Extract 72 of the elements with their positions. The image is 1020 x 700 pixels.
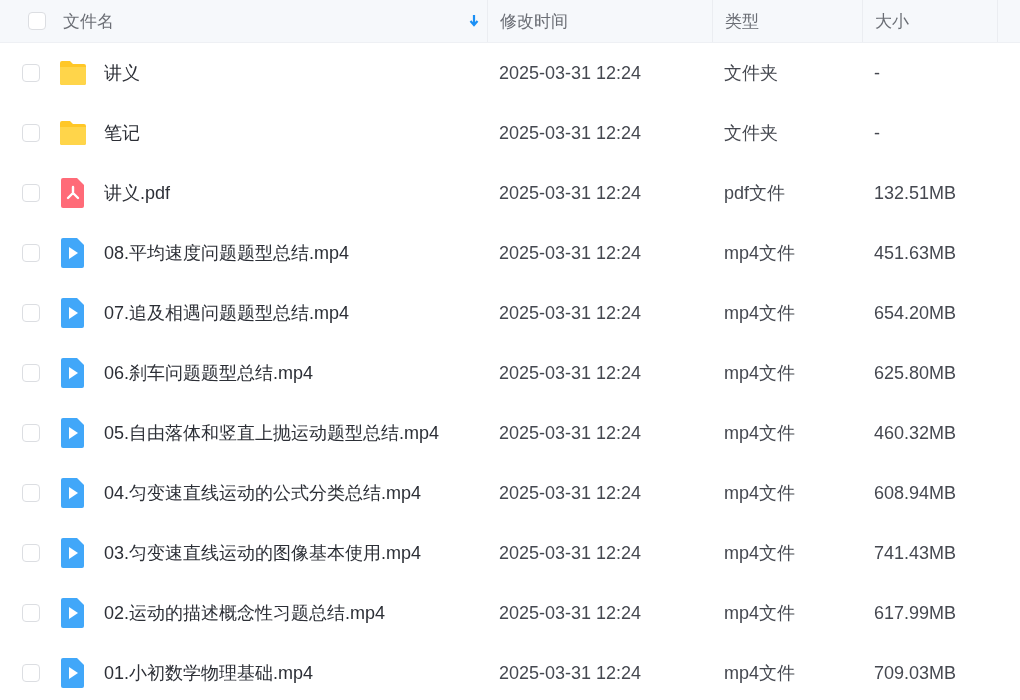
checkbox[interactable] (22, 64, 40, 82)
video-file-icon (60, 598, 85, 628)
video-file-icon (60, 538, 85, 568)
modified-time: 2025-03-31 12:24 (499, 302, 642, 324)
file-type: mp4文件 (724, 662, 795, 685)
checkbox[interactable] (22, 544, 40, 562)
video-file-icon (60, 658, 85, 688)
checkbox[interactable] (22, 424, 40, 442)
folder-icon (58, 119, 88, 147)
checkbox[interactable] (22, 364, 40, 382)
file-type: mp4文件 (724, 362, 795, 385)
file-size: 709.03MB (874, 662, 957, 684)
pdf-file-icon (60, 178, 85, 208)
video-file-icon (60, 238, 85, 268)
file-name[interactable]: 03.匀变速直线运动的图像基本使用.mp4 (104, 541, 422, 565)
checkbox[interactable] (28, 12, 46, 30)
sort-arrow-icon[interactable] (469, 14, 479, 28)
modified-time: 2025-03-31 12:24 (499, 182, 642, 204)
file-type: mp4文件 (724, 482, 795, 505)
checkbox[interactable] (22, 664, 40, 682)
file-size: 625.80MB (874, 362, 957, 384)
file-name[interactable]: 讲义.pdf (104, 181, 171, 205)
column-header[interactable]: 文件名 (63, 9, 469, 33)
folder-icon (58, 59, 88, 87)
checkbox[interactable] (22, 244, 40, 262)
column-header[interactable]: 大小 (875, 9, 909, 33)
file-name[interactable]: 05.自由落体和竖直上抛运动题型总结.mp4 (104, 421, 440, 445)
modified-time: 2025-03-31 12:24 (499, 662, 642, 684)
video-file-icon (60, 478, 85, 508)
checkbox[interactable] (22, 484, 40, 502)
file-name[interactable]: 01.小初数学物理基础.mp4 (104, 661, 314, 685)
modified-time: 2025-03-31 12:24 (499, 482, 642, 504)
checkbox[interactable] (22, 124, 40, 142)
file-size: 608.94MB (874, 482, 957, 504)
file-name[interactable]: 06.刹车问题题型总结.mp4 (104, 361, 314, 385)
file-size: - (874, 62, 880, 84)
file-size: 132.51MB (874, 182, 957, 204)
file-size: 451.63MB (874, 242, 957, 264)
file-size: 741.43MB (874, 542, 957, 564)
file-size: 617.99MB (874, 602, 957, 624)
file-name[interactable]: 02.运动的描述概念性习题总结.mp4 (104, 601, 386, 625)
file-type: mp4文件 (724, 242, 795, 265)
file-type: 文件夹 (724, 122, 778, 145)
column-header[interactable]: 类型 (725, 9, 759, 33)
checkbox[interactable] (22, 184, 40, 202)
file-type: mp4文件 (724, 602, 795, 625)
modified-time: 2025-03-31 12:24 (499, 422, 642, 444)
modified-time: 2025-03-31 12:24 (499, 602, 642, 624)
file-size: - (874, 122, 880, 144)
modified-time: 2025-03-31 12:24 (499, 242, 642, 264)
video-file-icon (60, 358, 85, 388)
video-file-icon (60, 418, 85, 448)
modified-time: 2025-03-31 12:24 (499, 362, 642, 384)
checkbox[interactable] (22, 604, 40, 622)
modified-time: 2025-03-31 12:24 (499, 542, 642, 564)
modified-time: 2025-03-31 12:24 (499, 122, 642, 144)
file-name[interactable]: 04.匀变速直线运动的公式分类总结.mp4 (104, 481, 422, 505)
file-type: mp4文件 (724, 422, 795, 445)
file-type: 文件夹 (724, 62, 778, 85)
checkbox[interactable] (22, 304, 40, 322)
video-file-icon (60, 298, 85, 328)
file-name[interactable]: 07.追及相遇问题题型总结.mp4 (104, 301, 350, 325)
column-header[interactable]: 修改时间 (500, 9, 568, 33)
file-size: 654.20MB (874, 302, 957, 324)
modified-time: 2025-03-31 12:24 (499, 62, 642, 84)
file-name[interactable]: 讲义 (104, 61, 140, 85)
file-type: pdf文件 (724, 182, 786, 205)
file-type: mp4文件 (724, 542, 795, 565)
file-type: mp4文件 (724, 302, 795, 325)
file-name[interactable]: 08.平均速度问题题型总结.mp4 (104, 241, 350, 265)
file-size: 460.32MB (874, 422, 957, 444)
file-name[interactable]: 笔记 (104, 121, 140, 145)
